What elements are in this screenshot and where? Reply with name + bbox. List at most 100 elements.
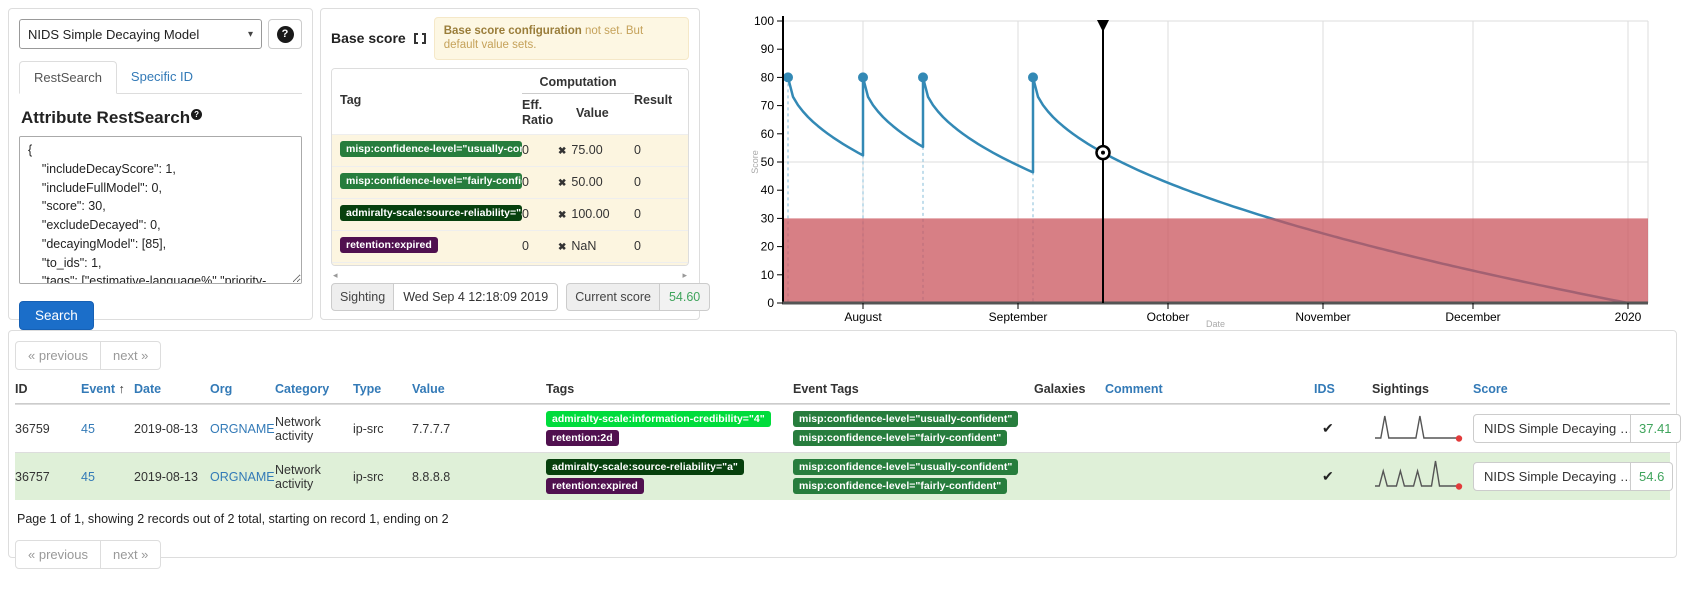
col-header-value: Value bbox=[558, 102, 634, 120]
base-score-row: misp:confidence-level="fairly-confident"… bbox=[332, 166, 688, 198]
svg-text:70: 70 bbox=[761, 99, 775, 113]
svg-text:November: November bbox=[1295, 310, 1350, 324]
horizontal-scrollbar[interactable]: ◂ ▸ bbox=[331, 268, 689, 283]
tag-badge[interactable]: admiralty-scale:information-credibility=… bbox=[546, 411, 771, 427]
cell-type: ip-src bbox=[353, 422, 412, 436]
score-model-button[interactable]: NIDS Simple Decaying … bbox=[1473, 414, 1631, 443]
col-id: ID bbox=[15, 382, 81, 396]
sort-asc-icon: ↑ bbox=[119, 382, 125, 396]
attribute-row-36757[interactable]: 36757 45 2019-08-13 ORGNAME Network acti… bbox=[15, 452, 1670, 500]
restsearch-heading: Attribute RestSearch bbox=[21, 108, 190, 127]
tag-badge[interactable]: admiralty-scale:source-reliability="a" bbox=[546, 459, 744, 475]
tag-badge[interactable]: retention:expired bbox=[340, 237, 438, 253]
col-org[interactable]: Org bbox=[210, 382, 275, 396]
cell-tags: admiralty-scale:information-credibility=… bbox=[546, 411, 793, 446]
tag-badge[interactable]: misp:confidence-level="fairly-confident" bbox=[793, 478, 1007, 494]
tag-badge[interactable]: retention:2d bbox=[546, 430, 619, 446]
base-score-row: admiralty-scale:source-reliability="a" 0… bbox=[332, 198, 688, 230]
tag-numeric-value: 75.00 bbox=[571, 143, 602, 157]
col-event-label[interactable]: Event bbox=[81, 382, 115, 396]
alert-strong-text: Base score configuration bbox=[444, 25, 582, 37]
cell-sightings bbox=[1372, 409, 1473, 448]
col-sightings: Sightings bbox=[1372, 382, 1473, 396]
cell-category: Network activity bbox=[275, 463, 353, 491]
svg-text:2020: 2020 bbox=[1615, 310, 1642, 324]
tag-numeric-value: 100.00 bbox=[571, 207, 609, 221]
tab-restsearch[interactable]: RestSearch bbox=[19, 61, 117, 94]
event-link[interactable]: 45 bbox=[81, 422, 95, 436]
tag-badge[interactable]: admiralty-scale:source-reliability="a" bbox=[340, 205, 522, 221]
svg-text:September: September bbox=[989, 310, 1048, 324]
model-select[interactable]: NIDS Simple Decaying Model ▾ bbox=[19, 19, 262, 49]
ids-check-icon: ✔ bbox=[1314, 420, 1372, 437]
tag-numeric-value: NaN bbox=[571, 239, 596, 253]
svg-text:50: 50 bbox=[761, 155, 775, 169]
tag-badge[interactable]: misp:confidence-level="usually-confident… bbox=[793, 411, 1018, 427]
decay-score-chart[interactable]: 0102030405060708090100AugustSeptemberOct… bbox=[700, 0, 1685, 330]
eff-ratio-value: 0 bbox=[522, 207, 558, 221]
col-ids[interactable]: IDS bbox=[1314, 382, 1372, 396]
sighting-group: Sighting Wed Sep 4 12:18:09 2019 bbox=[331, 283, 558, 311]
sighting-date: Wed Sep 4 12:18:09 2019 bbox=[394, 283, 558, 311]
scroll-left-icon[interactable]: ◂ bbox=[333, 270, 338, 281]
scroll-right-icon[interactable]: ▸ bbox=[682, 270, 687, 281]
base-score-title: Base score bbox=[331, 30, 406, 46]
restsearch-body-input[interactable]: { "includeDecayScore": 1, "includeFullMo… bbox=[19, 136, 302, 284]
col-event-tags: Event Tags bbox=[793, 382, 1034, 396]
tag-badge[interactable]: misp:confidence-level="usually-confident… bbox=[340, 141, 522, 157]
svg-text:August: August bbox=[844, 310, 882, 324]
col-date[interactable]: Date bbox=[134, 382, 210, 396]
score-value: 37.41 bbox=[1631, 414, 1681, 443]
cell-type: ip-src bbox=[353, 470, 412, 484]
attribute-row-36759[interactable]: 36759 45 2019-08-13 ORGNAME Network acti… bbox=[15, 404, 1670, 452]
cell-sightings bbox=[1372, 457, 1473, 496]
event-link[interactable]: 45 bbox=[81, 470, 95, 484]
tag-badge[interactable]: misp:confidence-level="fairly-confident" bbox=[340, 173, 522, 189]
multiply-icon: ✖ bbox=[558, 210, 566, 221]
question-icon: ? bbox=[277, 26, 294, 43]
col-header-computation: Computation bbox=[522, 73, 634, 94]
tag-badge[interactable]: misp:confidence-level="fairly-confident" bbox=[793, 430, 1007, 446]
search-button[interactable]: Search bbox=[19, 301, 94, 330]
pagination-top: « previous next » bbox=[15, 341, 161, 370]
model-select-value: NIDS Simple Decaying Model bbox=[28, 27, 244, 42]
previous-page-button[interactable]: « previous bbox=[15, 540, 101, 569]
svg-text:80: 80 bbox=[761, 70, 775, 84]
tag-badge[interactable]: retention:expired bbox=[546, 478, 644, 494]
col-comment[interactable]: Comment bbox=[1105, 382, 1314, 396]
base-score-total-row: base_score 80.00 bbox=[332, 262, 688, 266]
col-score[interactable]: Score bbox=[1473, 382, 1670, 396]
org-link[interactable]: ORGNAME bbox=[210, 470, 275, 484]
org-link[interactable]: ORGNAME bbox=[210, 422, 275, 436]
model-help-button[interactable]: ? bbox=[268, 19, 302, 49]
decay-score-chart-svg[interactable]: 0102030405060708090100AugustSeptemberOct… bbox=[700, 0, 1685, 330]
svg-text:60: 60 bbox=[761, 127, 775, 141]
results-header-row: ID Event ↑ Date Org Category Type Value … bbox=[15, 376, 1670, 404]
previous-page-button[interactable]: « previous bbox=[15, 341, 101, 370]
next-page-button[interactable]: next » bbox=[100, 540, 161, 569]
eff-ratio-value: 0 bbox=[522, 175, 558, 189]
base-score-row: misp:confidence-level="usually-confident… bbox=[332, 134, 688, 166]
svg-text:October: October bbox=[1147, 310, 1190, 324]
score-model-button[interactable]: NIDS Simple Decaying … bbox=[1473, 462, 1631, 491]
ids-check-icon: ✔ bbox=[1314, 468, 1372, 485]
col-category[interactable]: Category bbox=[275, 382, 353, 396]
help-icon-small: ? bbox=[191, 109, 202, 120]
current-score-group: Current score 54.60 bbox=[566, 283, 710, 311]
col-value[interactable]: Value bbox=[412, 382, 546, 396]
svg-text:100: 100 bbox=[754, 14, 774, 28]
eff-ratio-value: 0 bbox=[522, 143, 558, 157]
next-page-button[interactable]: next » bbox=[100, 341, 161, 370]
tab-specific-id[interactable]: Specific ID bbox=[117, 61, 207, 94]
cell-event-tags: misp:confidence-level="usually-confident… bbox=[793, 411, 1034, 446]
tag-badge[interactable]: misp:confidence-level="usually-confident… bbox=[793, 459, 1018, 475]
svg-text:0: 0 bbox=[767, 296, 774, 310]
col-header-eff-ratio: Eff. Ratio bbox=[522, 94, 558, 128]
expand-icon[interactable] bbox=[414, 33, 426, 44]
col-tags: Tags bbox=[546, 382, 793, 396]
chevron-down-icon: ▾ bbox=[248, 29, 253, 40]
tag-numeric-value: 50.00 bbox=[571, 175, 602, 189]
score-group: NIDS Simple Decaying …37.41 bbox=[1473, 414, 1681, 443]
svg-text:20: 20 bbox=[761, 240, 775, 254]
col-type[interactable]: Type bbox=[353, 382, 412, 396]
